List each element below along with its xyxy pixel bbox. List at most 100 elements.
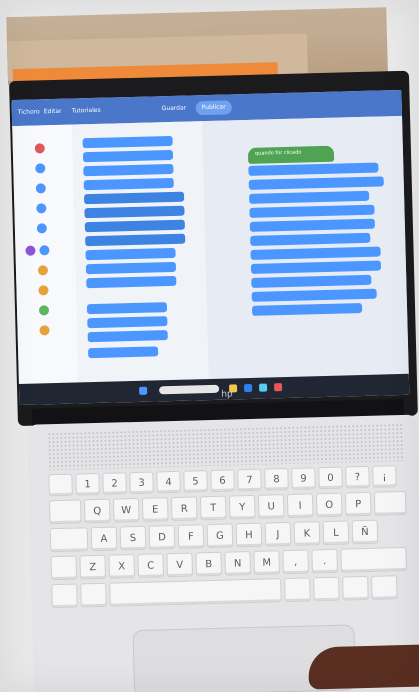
key[interactable]: J bbox=[264, 521, 292, 547]
key[interactable]: C bbox=[137, 553, 165, 578]
publish-button[interactable]: Publicar bbox=[195, 100, 232, 116]
script-block[interactable] bbox=[251, 288, 377, 302]
key[interactable]: 6 bbox=[210, 469, 235, 493]
key[interactable]: U bbox=[257, 494, 285, 519]
save-button[interactable]: Guardar bbox=[162, 102, 187, 117]
script-block[interactable] bbox=[251, 303, 363, 316]
key[interactable]: 4 bbox=[156, 470, 181, 494]
altgr-key[interactable] bbox=[284, 577, 311, 603]
category-icon[interactable] bbox=[36, 223, 47, 234]
category-icon[interactable] bbox=[36, 203, 47, 214]
tab-key[interactable] bbox=[48, 499, 82, 525]
key[interactable]: K bbox=[293, 521, 321, 546]
palette-block[interactable] bbox=[86, 302, 168, 315]
windows-key[interactable] bbox=[51, 583, 78, 609]
right-arrow-key[interactable] bbox=[371, 575, 398, 600]
shift-key[interactable] bbox=[50, 555, 78, 581]
key[interactable]: ? bbox=[345, 465, 370, 489]
palette-block[interactable] bbox=[82, 149, 174, 163]
category-icon[interactable] bbox=[35, 163, 46, 174]
menu-edit[interactable]: Editar bbox=[44, 105, 62, 119]
key[interactable]: 3 bbox=[129, 471, 154, 495]
palette-block[interactable] bbox=[86, 275, 177, 289]
key[interactable]: Y bbox=[228, 494, 256, 520]
script-block[interactable] bbox=[248, 162, 379, 176]
enter-key[interactable] bbox=[373, 490, 407, 516]
browser-icon[interactable] bbox=[244, 383, 253, 393]
space-bar[interactable] bbox=[109, 578, 282, 607]
up-down-arrow-key[interactable] bbox=[342, 575, 369, 601]
key[interactable]: G bbox=[206, 523, 234, 549]
key[interactable]: N bbox=[224, 551, 252, 576]
palette-block[interactable] bbox=[83, 177, 174, 191]
palette-block[interactable] bbox=[85, 261, 177, 275]
key[interactable]: M bbox=[253, 550, 280, 575]
alt-key[interactable] bbox=[80, 582, 107, 608]
key[interactable]: O bbox=[315, 492, 343, 518]
key[interactable]: , bbox=[282, 549, 309, 575]
palette-block[interactable] bbox=[85, 233, 186, 247]
menu-file[interactable]: Tichoro bbox=[18, 105, 40, 120]
app-icon[interactable] bbox=[259, 383, 268, 392]
palette-block[interactable] bbox=[87, 330, 168, 343]
script-block[interactable] bbox=[249, 204, 375, 218]
key[interactable]: . bbox=[311, 548, 338, 574]
app-icon[interactable] bbox=[273, 383, 283, 392]
search-box[interactable] bbox=[159, 384, 220, 395]
palette-block[interactable] bbox=[88, 346, 159, 359]
category-icon[interactable] bbox=[25, 245, 36, 256]
key[interactable]: Z bbox=[79, 554, 107, 580]
key[interactable]: V bbox=[166, 552, 194, 578]
category-icon[interactable] bbox=[35, 183, 46, 194]
key[interactable]: D bbox=[148, 524, 176, 550]
palette-block[interactable] bbox=[87, 316, 168, 329]
caps-key[interactable] bbox=[49, 527, 89, 553]
menu-tutorials[interactable]: Tutoriales bbox=[72, 104, 101, 119]
key[interactable]: S bbox=[119, 525, 147, 551]
key[interactable]: I bbox=[286, 493, 314, 519]
shift-key-right[interactable] bbox=[340, 546, 407, 573]
key[interactable]: Ñ bbox=[351, 519, 379, 545]
palette-block[interactable] bbox=[84, 219, 185, 233]
key[interactable] bbox=[48, 473, 73, 497]
key[interactable]: 7 bbox=[237, 468, 262, 492]
category-icon[interactable] bbox=[34, 143, 45, 154]
category-icon[interactable] bbox=[39, 245, 50, 256]
key[interactable]: E bbox=[141, 497, 169, 522]
script-block[interactable] bbox=[249, 218, 375, 232]
key[interactable]: Q bbox=[83, 498, 111, 524]
script-block[interactable] bbox=[249, 190, 370, 204]
key[interactable]: A bbox=[90, 526, 118, 552]
key[interactable]: R bbox=[170, 496, 198, 522]
key[interactable]: ¡ bbox=[372, 465, 397, 488]
key[interactable]: L bbox=[322, 520, 350, 546]
script-block[interactable] bbox=[250, 232, 371, 246]
script-block[interactable] bbox=[248, 176, 384, 190]
key[interactable]: X bbox=[108, 554, 136, 579]
key[interactable]: 8 bbox=[264, 467, 289, 491]
key[interactable]: 9 bbox=[291, 467, 316, 490]
script-block[interactable] bbox=[250, 260, 382, 274]
left-arrow-key[interactable] bbox=[313, 576, 340, 602]
script-block[interactable] bbox=[250, 246, 381, 260]
key[interactable]: P bbox=[344, 491, 372, 517]
script-block[interactable] bbox=[251, 274, 372, 288]
category-icon[interactable] bbox=[39, 325, 50, 336]
key[interactable]: B bbox=[195, 551, 223, 577]
start-icon[interactable] bbox=[139, 386, 148, 395]
category-icon[interactable] bbox=[37, 265, 49, 276]
palette-block[interactable] bbox=[84, 205, 185, 219]
palette-block[interactable] bbox=[85, 247, 176, 261]
category-icon[interactable] bbox=[38, 285, 49, 296]
key[interactable]: 5 bbox=[183, 470, 208, 493]
palette-block[interactable] bbox=[83, 163, 174, 177]
key[interactable]: H bbox=[235, 522, 263, 548]
key[interactable]: F bbox=[177, 524, 205, 549]
key[interactable]: 1 bbox=[75, 472, 100, 496]
category-icon[interactable] bbox=[38, 305, 50, 316]
palette-block[interactable] bbox=[83, 191, 185, 205]
key[interactable]: T bbox=[199, 495, 227, 521]
key[interactable]: W bbox=[112, 497, 140, 523]
palette-block[interactable] bbox=[82, 135, 173, 149]
key[interactable]: 2 bbox=[102, 472, 127, 495]
